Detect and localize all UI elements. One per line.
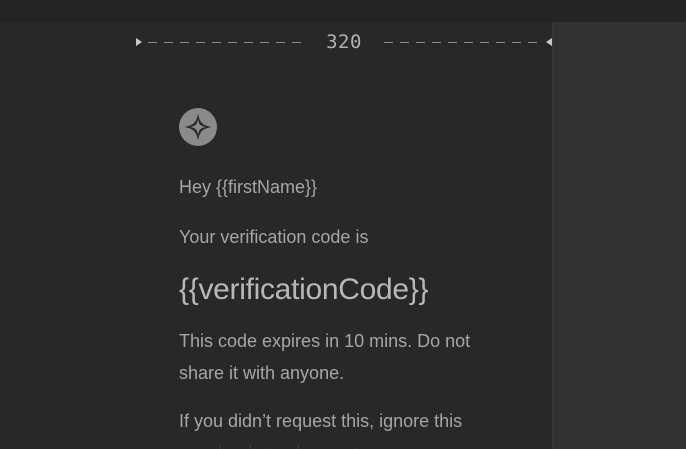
verification-code: {{verificationCode}} (179, 273, 429, 306)
width-ruler-right (384, 30, 552, 54)
width-ruler-left (136, 30, 304, 54)
expiry-message: This code expires in 10 mins. Do not sha… (179, 331, 471, 383)
email-greeting: Hey {{firstName}} (179, 177, 318, 197)
email-content: Hey {{firstName}} Your verification code… (179, 108, 479, 449)
top-strip (0, 0, 686, 22)
help-message: If you didn’t request this, ignore this … (179, 411, 463, 449)
ruler-left-arrow-icon (136, 38, 142, 46)
brand-logo-icon (179, 108, 217, 146)
ruler-right-arrow-icon (546, 38, 552, 46)
width-ruler-value: 320 (326, 31, 362, 53)
width-ruler: 320 (136, 30, 552, 54)
right-panel (552, 22, 686, 449)
email-intro: Your verification code is (179, 227, 369, 247)
